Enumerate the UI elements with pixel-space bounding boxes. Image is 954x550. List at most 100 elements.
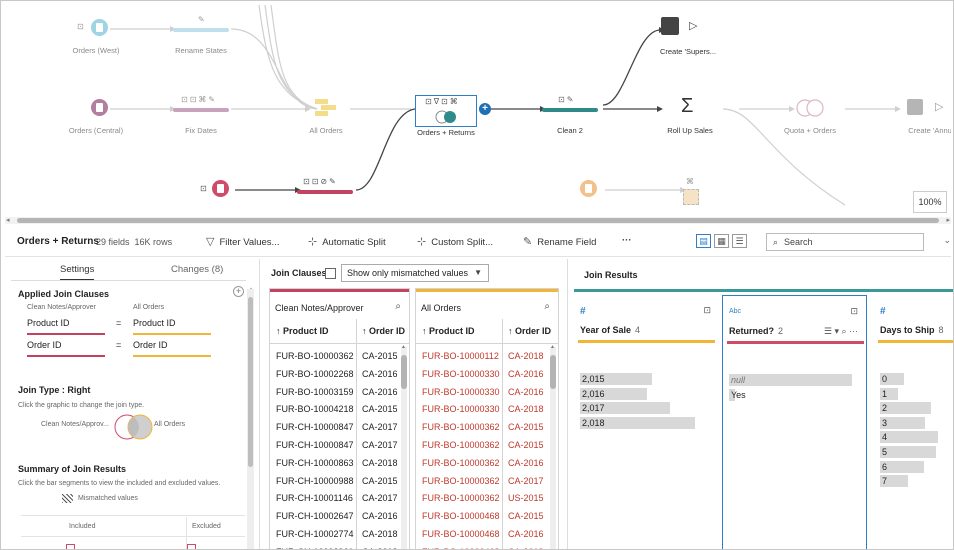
grid-view-icon[interactable]: ▦ [714,234,729,248]
table-row[interactable]: FUR-BO-10000362 CA-2015 [416,437,558,455]
table-row[interactable]: FUR-CH-10000988 CA-2015 [270,473,409,491]
search-input[interactable]: ⌕ Search [766,233,924,251]
automatic-split-button[interactable]: ⊹ Automatic Split [308,235,386,248]
table-row[interactable]: FUR-CH-10000863 CA-2018 [270,455,409,473]
table-row[interactable]: FUR-CH-10000847 CA-2017 [270,437,409,455]
column-header[interactable]: ↑ Order ID [508,326,551,336]
clause-operator[interactable]: = [116,340,121,350]
node-returns-input[interactable]: ⊡ [200,180,234,210]
table-row[interactable]: FUR-BO-10000468 CA-2015 [416,508,558,526]
scroll-thumb[interactable] [401,355,407,389]
table-row[interactable]: FUR-BO-10000468CA-2018 [416,544,558,549]
node-orders-west[interactable]: ⊡ Orders (West) [73,19,119,59]
table-row[interactable]: FUR-BO-10000330 CA-2016 [416,366,558,384]
node-orders-central[interactable]: Orders (Central) [69,99,123,139]
mismatch-filter-dropdown[interactable]: Show only mismatched values ▼ [341,264,489,282]
column-header[interactable]: ↑ Order ID [362,326,405,336]
profile-card-returned[interactable]: Abc ⊡ Returned? 2 ☰ ▾ ⌕ ··· null Yes [722,295,867,549]
excluded-bar[interactable] [187,544,196,549]
list-view-icon[interactable]: ☰ [732,234,747,248]
chevron-down-icon[interactable]: ⌄ [943,235,951,246]
join-type-venn[interactable] [112,414,156,440]
scroll-thumb[interactable] [248,297,253,467]
tab-settings[interactable]: Settings [60,264,95,281]
table-row[interactable]: FUR-BO-10003159 CA-2016 [270,384,409,402]
value-bar[interactable] [880,431,938,444]
node-create-supers[interactable]: ▷ Create 'Supers... [660,17,716,59]
table-row[interactable]: FUR-BO-10002268 CA-2016 [270,366,409,384]
scroll-up-icon[interactable]: ▲ [550,344,555,350]
node-returns-clean[interactable]: ⊡⊡⊘✎ [297,177,353,207]
table-row[interactable]: FUR-BO-10000362 CA-2016 [416,455,558,473]
table-row[interactable]: FUR-CH-10001146 CA-2017 [270,490,409,508]
field-menu-icon[interactable]: ⊡ [850,306,858,317]
column-header[interactable]: ↑ Product ID [422,326,475,336]
filter-values-button[interactable]: ▽ Filter Values... [206,235,279,248]
search-icon[interactable]: ⌕ [544,301,550,312]
table-row[interactable]: FUR-BO-10000362 CA-2017 [416,473,558,491]
node-quota-input[interactable] [580,180,602,210]
add-step-button[interactable]: + [479,103,491,115]
custom-split-button[interactable]: ⊹ Custom Split... [417,235,493,248]
rename-field-button[interactable]: ✎ Rename Field [523,235,596,248]
zoom-level[interactable]: 100% [913,191,947,213]
table-row[interactable]: FUR-BO-10004218 CA-2015 [270,401,409,419]
column-header[interactable]: ↑ Product ID [276,326,329,336]
number-type-icon[interactable]: # [880,306,886,317]
profile-view-icon[interactable]: ▤ [696,234,711,248]
scroll-left-icon[interactable]: ◂ [6,216,10,224]
value-bar[interactable] [880,446,937,458]
scroll-right-icon[interactable]: ▸ [946,216,950,224]
node-label: All Orders [309,126,343,135]
table-row[interactable]: FUR-BO-10000330 CA-2018 [416,401,558,419]
add-clause-icon[interactable]: + [233,286,244,297]
field-menu-icon[interactable]: ⊡ [703,305,711,316]
clause-left-field[interactable]: Order ID [27,340,62,350]
string-type-icon[interactable]: Abc [729,308,741,315]
sort-search-more-icons[interactable]: ☰ ▾ ⌕ ··· [824,326,858,337]
node-clean-2[interactable]: ⊡✎ Clean 2 [542,95,598,139]
table-row[interactable]: FUR-BO-10000362 CA-2015 [270,348,409,366]
table-row[interactable]: FUR-BO-10000362 CA-2015 [416,419,558,437]
node-quota-orders[interactable]: Quota + Orders [784,99,836,139]
clause-left-field[interactable]: Product ID [27,318,70,328]
node-roll-up-sales[interactable]: Σ Roll Up Sales [667,95,712,139]
mismatch-checkbox[interactable] [325,268,336,279]
scroll-up-icon[interactable]: ▲ [401,344,406,350]
node-create-annual[interactable]: ▷ Create 'Annual [907,99,951,139]
number-type-icon[interactable]: # [580,306,586,317]
flow-canvas[interactable]: ⊡ Orders (West) ✎ Rename States Orders (… [5,5,951,215]
table-row[interactable]: FUR-CH-10002774 CA-2018 [270,526,409,544]
scroll-thumb[interactable] [17,218,939,223]
node-orders-returns[interactable]: ⊡∇⊡⌘ [415,95,477,127]
scroll-thumb[interactable] [550,355,556,389]
value-bar[interactable] [880,402,932,415]
canvas-scrollbar[interactable]: ◂ ▸ [5,217,951,224]
run-flow-icon[interactable]: ▷ [935,100,943,113]
table-row[interactable]: FUR-CH-10000847 CA-2017 [270,419,409,437]
clause-operator[interactable]: = [116,318,121,328]
run-flow-icon[interactable]: ▷ [689,19,697,32]
included-bar[interactable] [66,544,75,549]
node-rename-states[interactable]: ✎ Rename States [173,15,229,59]
profile-card-days-to-ship[interactable]: # Days to Ship 8 0 1 2 3 4 5 6 7 [874,295,953,549]
table-row[interactable]: FUR-BO-10000330 CA-2016 [416,384,558,402]
node-fix-dates[interactable]: ⊡⊡⌘✎ Fix Dates [173,95,229,139]
table-row[interactable]: FUR-BO-10000362 US-2015 [416,490,558,508]
node-all-orders[interactable]: All Orders [309,99,343,139]
settings-scrollbar[interactable] [247,289,254,549]
node-pivot[interactable]: ⌘ [681,177,707,207]
table-row[interactable]: FUR-BO-10000468 CA-2016 [416,526,558,544]
table-row[interactable]: FUR-CH-10002961CA-2018 [270,544,409,549]
table-row[interactable]: FUR-CH-10002647 CA-2016 [270,508,409,526]
table-scrollbar[interactable]: ▲▼ [401,344,407,549]
clause-right-field[interactable]: Product ID [133,318,176,328]
tab-changes[interactable]: Changes (8) [171,264,223,275]
table-scrollbar[interactable]: ▲▼ [550,344,556,549]
table-row[interactable]: FUR-BO-10000112 CA-2018 [416,348,558,366]
profile-card-year-of-sale[interactable]: # ⊡ Year of Sale 4 2,015 2,016 2,017 2,018 [574,295,719,549]
search-icon[interactable]: ⌕ [395,301,401,312]
more-options-button[interactable]: ··· [622,235,632,246]
clause-right-field[interactable]: Order ID [133,340,168,350]
value-bar[interactable] [729,374,852,386]
